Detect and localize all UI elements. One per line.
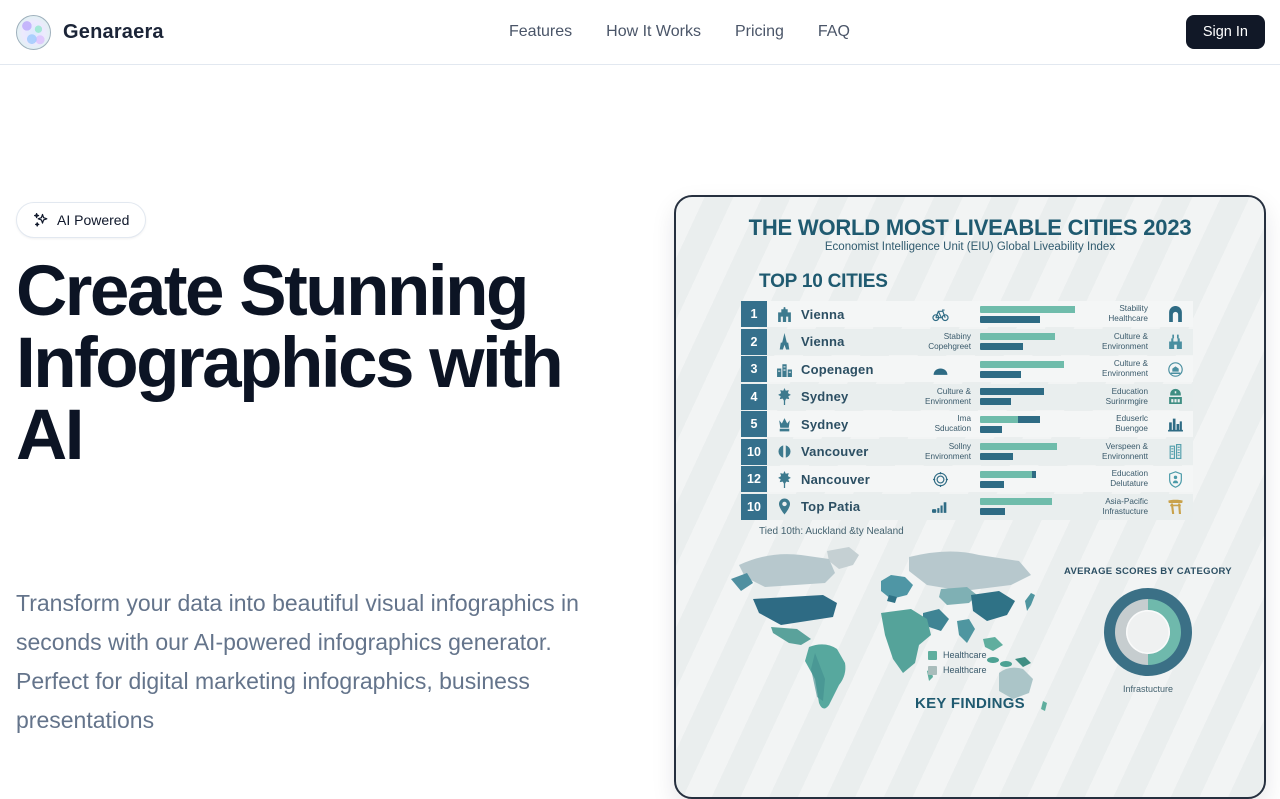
- city-name: Vienna: [801, 307, 901, 322]
- nav-item-faq[interactable]: FAQ: [818, 23, 850, 41]
- maple-leaf-icon: [776, 471, 793, 488]
- category-label: Culture &Environment: [1095, 359, 1157, 379]
- rank-cell: 4: [741, 384, 767, 410]
- category-label: Verspeen &Environnentt: [1095, 442, 1157, 462]
- metric-label: SollnyEnvironment: [901, 442, 980, 462]
- rank-cell: 2: [741, 329, 767, 355]
- category-label: EducationDelutature: [1095, 469, 1157, 489]
- rank-cell: 1: [741, 301, 767, 327]
- rank-cell: 5: [741, 411, 767, 437]
- rank-cell: 12: [741, 466, 767, 492]
- category-label: EduserlcBuengoe: [1095, 414, 1157, 434]
- score-bars: [980, 443, 1095, 460]
- brand: Genaraera: [16, 0, 164, 64]
- crown-icon: [776, 416, 793, 433]
- ai-powered-badge: AI Powered: [16, 202, 146, 238]
- score-bars: [980, 416, 1095, 433]
- score-bars: [980, 306, 1095, 323]
- category-label: StabilityHealthcare: [1095, 304, 1157, 324]
- city-name: Sydney: [801, 417, 901, 432]
- shield-icon: [1167, 471, 1184, 488]
- rank-cell: 10: [741, 494, 767, 520]
- location-pin-icon: [776, 498, 793, 515]
- donut-chart: [1104, 588, 1192, 676]
- score-bars: [980, 498, 1095, 515]
- metric-label: ImaSducation: [901, 414, 980, 434]
- city-name: Top Patia: [801, 499, 901, 514]
- top10-heading: TOP 10 CITIES: [759, 271, 888, 293]
- round-badge-icon: [932, 471, 949, 488]
- legend-swatch: [928, 666, 937, 675]
- table-row: 1 Vienna StabilityHealthcare: [741, 301, 1193, 327]
- table-row: 4 SydneyCulture &Environment EducationSuri…: [741, 384, 1193, 410]
- brand-logo-icon: [16, 15, 51, 50]
- tied-note: Tied 10th: Auckland &ty Nealand: [759, 526, 904, 537]
- arch-monument-icon: [1167, 306, 1184, 323]
- main-nav: Features How It Works Pricing FAQ: [509, 0, 850, 64]
- sign-in-button[interactable]: Sign In: [1186, 15, 1265, 49]
- top-navbar: Genaraera Features How It Works Pricing …: [0, 0, 1280, 65]
- score-bars: [980, 388, 1095, 405]
- metric-label: Culture &Environment: [901, 387, 980, 407]
- city-name: Copenagen: [801, 362, 901, 377]
- hero-description: Transform your data into beautiful visua…: [16, 584, 608, 740]
- metric-label: StabinyCopehgreet: [901, 332, 980, 352]
- avg-scores-title: AVERAGE SCORES BY CATEGORY: [1048, 566, 1248, 577]
- city-name: Nancouver: [801, 472, 901, 487]
- emblem-icon: [1167, 361, 1184, 378]
- buildings-icon: [776, 361, 793, 378]
- score-bars: [980, 361, 1095, 378]
- page-title: Create Stunning Infographics with AI: [16, 256, 616, 472]
- rank-cell: 10: [741, 439, 767, 465]
- category-label: Asia-PacificInfrastucture: [1095, 497, 1157, 517]
- table-row: 5 SydneyImaSducation EduserlcBuengoe: [741, 411, 1193, 437]
- mound-icon: [932, 361, 949, 378]
- score-bars: [980, 333, 1095, 350]
- city-name: Vancouver: [801, 444, 901, 459]
- sparkles-icon: [33, 212, 49, 228]
- city-name: Vienna: [801, 334, 901, 349]
- table-row: 10 VancouverSollnyEnvironment Verspeen &En…: [741, 439, 1193, 465]
- dome-building-icon: [1167, 388, 1184, 405]
- legend-item: Healthcare: [928, 665, 987, 675]
- map-legend: Healthcare Healthcare: [928, 650, 987, 675]
- gate-icon: [1167, 498, 1184, 515]
- category-label: EducationSurinrmgire: [1095, 387, 1157, 407]
- twin-towers-icon: [1167, 443, 1184, 460]
- brand-name: Genaraera: [63, 21, 164, 44]
- table-row: 12 Nancouver EducationDelutature: [741, 466, 1193, 492]
- table-row: 2 ViennaStabinyCopehgreet Culture &Environ…: [741, 329, 1193, 355]
- split-circle-icon: [776, 443, 793, 460]
- world-map: [731, 541, 1061, 721]
- castle-icon: [1167, 333, 1184, 350]
- infographic-card: THE WORLD MOST LIVEABLE CITIES 2023 Econ…: [674, 195, 1266, 799]
- key-findings-title: KEY FINDINGS: [676, 695, 1264, 712]
- category-label: Culture &Environment: [1095, 332, 1157, 352]
- legend-item: Healthcare: [928, 650, 987, 660]
- city-chart-icon: [1167, 416, 1184, 433]
- city-name: Sydney: [801, 389, 901, 404]
- donut-label: Infrastucture: [1098, 684, 1198, 694]
- ai-powered-badge-label: AI Powered: [57, 212, 129, 228]
- table-row: 3 Copenagen Culture &Environment: [741, 356, 1193, 382]
- rank-cell: 3: [741, 356, 767, 382]
- stats-icon: [932, 498, 949, 515]
- cathedral-icon: [776, 306, 793, 323]
- table-row: 10 Top Patia Asia-PacificInfrastucture: [741, 494, 1193, 520]
- nav-item-features[interactable]: Features: [509, 23, 572, 41]
- nav-item-how-it-works[interactable]: How It Works: [606, 23, 701, 41]
- maple-leaf-icon: [776, 388, 793, 405]
- infographic-title: THE WORLD MOST LIVEABLE CITIES 2023: [676, 215, 1264, 241]
- nav-item-pricing[interactable]: Pricing: [735, 23, 784, 41]
- bicycle-icon: [932, 306, 949, 323]
- infographic-subtitle: Economist Intelligence Unit (EIU) Global…: [676, 241, 1264, 253]
- tower-icon: [776, 333, 793, 350]
- score-bars: [980, 471, 1095, 488]
- legend-swatch: [928, 651, 937, 660]
- top10-table: 1 Vienna StabilityHealthcare 2 ViennaStabiny…: [741, 301, 1193, 521]
